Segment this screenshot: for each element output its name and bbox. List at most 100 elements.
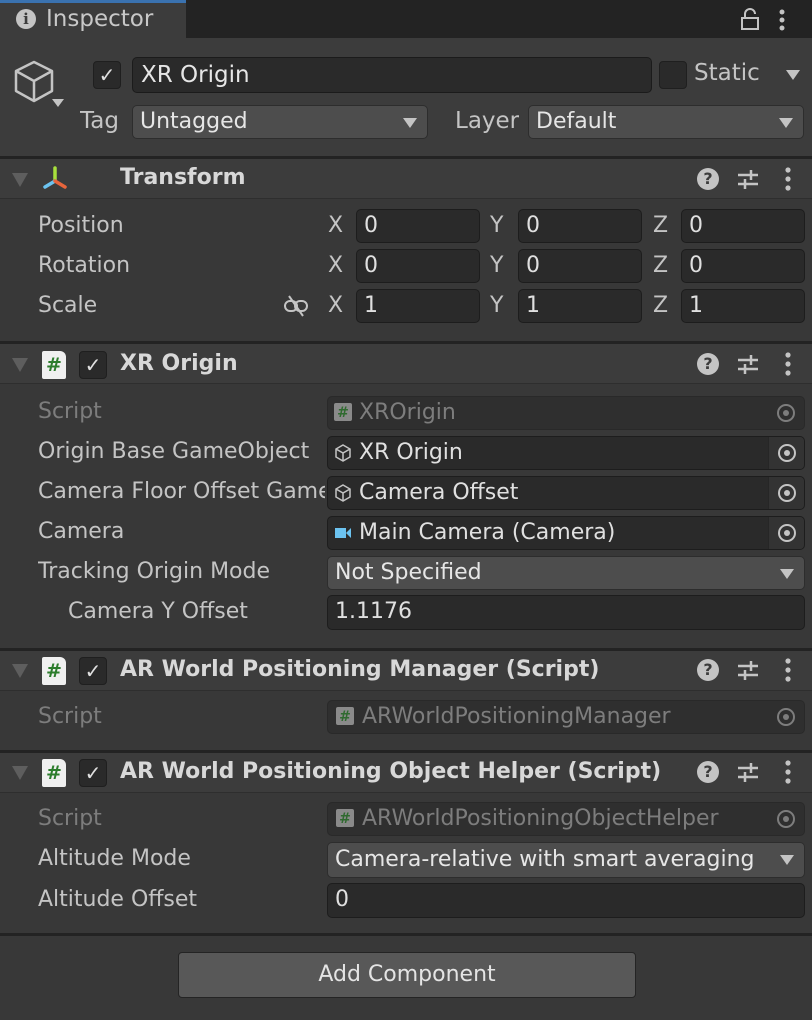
camera-floor-offset-field[interactable]: Camera Offset — [327, 476, 805, 510]
altitude-offset-label: Altitude Offset — [38, 887, 198, 912]
axis-y-label[interactable]: Y — [490, 253, 503, 278]
kebab-menu-icon[interactable] — [784, 760, 792, 784]
object-picker-button — [768, 397, 804, 429]
cube-icon[interactable] — [12, 58, 56, 106]
camera-field[interactable]: Main Camera (Camera) — [327, 516, 805, 550]
chevron-down-icon — [779, 118, 793, 128]
camera-icon — [335, 528, 351, 538]
layer-value: Default — [536, 109, 617, 134]
script-label: Script — [38, 806, 102, 831]
rotation-y-input[interactable]: 0 — [518, 249, 642, 283]
gameobject-icon — [335, 444, 351, 462]
rotation-z-input[interactable]: 0 — [681, 249, 805, 283]
presets-icon[interactable] — [737, 659, 759, 681]
csharp-script-icon: # — [336, 809, 354, 827]
static-dropdown-arrow[interactable] — [786, 70, 800, 80]
component-title: XR Origin — [120, 351, 238, 376]
altitude-mode-dropdown[interactable]: Camera-relative with smart averaging — [327, 842, 805, 878]
tracking-origin-mode-dropdown[interactable]: Not Specified — [327, 556, 805, 590]
position-y-input[interactable]: 0 — [518, 209, 642, 243]
axis-x-label[interactable]: X — [328, 253, 343, 278]
layer-dropdown[interactable]: Default — [528, 105, 804, 139]
scale-label: Scale — [38, 293, 98, 318]
presets-icon[interactable] — [737, 761, 759, 783]
transform-axes-icon — [43, 166, 67, 189]
object-picker-icon — [777, 404, 795, 422]
object-picker-button[interactable] — [768, 437, 804, 469]
help-icon[interactable]: ? — [697, 761, 719, 783]
axis-y-label[interactable]: Y — [490, 213, 503, 238]
origin-base-gameobject-label: Origin Base GameObject — [38, 439, 310, 464]
axis-x-label[interactable]: X — [328, 213, 343, 238]
gameobject-name-input[interactable]: XR Origin — [132, 57, 652, 93]
camera-floor-offset-label: Camera Floor Offset GameObject — [38, 479, 325, 504]
presets-icon[interactable] — [737, 353, 759, 375]
help-icon[interactable]: ? — [697, 168, 719, 190]
tab-label: Inspector — [46, 6, 154, 32]
component-enabled-checkbox[interactable]: ✓ — [79, 351, 107, 379]
chevron-down-icon — [780, 855, 794, 865]
info-icon: i — [16, 9, 36, 29]
active-checkbox[interactable]: ✓ — [93, 61, 121, 89]
scale-y-input[interactable]: 1 — [518, 289, 642, 323]
csharp-script-icon: # — [336, 707, 354, 725]
kebab-menu-icon[interactable] — [776, 8, 788, 32]
csharp-script-icon: # — [334, 403, 352, 421]
csharp-script-icon: # — [42, 657, 66, 685]
camera-label: Camera — [38, 519, 125, 544]
scale-z-input[interactable]: 1 — [681, 289, 805, 323]
axis-y-label[interactable]: Y — [490, 293, 503, 318]
object-picker-button — [768, 803, 804, 835]
rotation-x-input[interactable]: 0 — [356, 249, 480, 283]
script-value: XROrigin — [359, 400, 456, 425]
presets-icon[interactable] — [737, 168, 759, 190]
component-enabled-checkbox[interactable]: ✓ — [79, 759, 107, 787]
component-title: AR World Positioning Manager (Script) — [120, 657, 600, 682]
static-label: Static — [694, 60, 760, 86]
axis-z-label[interactable]: Z — [653, 293, 668, 318]
camera-y-offset-input[interactable]: 1.1176 — [327, 595, 805, 630]
object-picker-icon — [778, 444, 796, 462]
axis-z-label[interactable]: Z — [653, 253, 668, 278]
add-component-button[interactable]: Add Component — [178, 952, 636, 998]
position-z-input[interactable]: 0 — [681, 209, 805, 243]
kebab-menu-icon[interactable] — [784, 658, 792, 682]
tag-value: Untagged — [140, 109, 248, 134]
axis-x-label[interactable]: X — [328, 293, 343, 318]
axis-z-label[interactable]: Z — [653, 213, 668, 238]
dropdown-value: Camera-relative with smart averaging — [335, 847, 755, 872]
static-checkbox[interactable] — [659, 61, 687, 89]
altitude-mode-label: Altitude Mode — [38, 846, 191, 871]
object-picker-button[interactable] — [768, 477, 804, 509]
lock-icon[interactable] — [740, 8, 760, 30]
altitude-offset-input[interactable]: 0 — [327, 883, 805, 918]
csharp-script-icon: # — [42, 759, 66, 787]
tag-dropdown[interactable]: Untagged — [132, 105, 428, 139]
object-picker-icon — [777, 708, 795, 726]
field-value: XR Origin — [359, 440, 463, 465]
kebab-menu-icon[interactable] — [784, 167, 792, 191]
component-title: AR World Positioning Object Helper (Scri… — [120, 759, 662, 784]
help-icon[interactable]: ? — [697, 353, 719, 375]
position-x-input[interactable]: 0 — [356, 209, 480, 243]
chevron-down-icon — [780, 569, 794, 579]
gameobject-icon — [335, 484, 351, 502]
object-picker-icon — [777, 810, 795, 828]
unlinked-chain-icon[interactable] — [283, 295, 309, 317]
origin-base-gameobject-field[interactable]: XR Origin — [327, 436, 805, 470]
scale-x-input[interactable]: 1 — [356, 289, 480, 323]
object-picker-button[interactable] — [768, 517, 804, 549]
help-icon[interactable]: ? — [697, 659, 719, 681]
icon-dropdown-arrow[interactable] — [52, 99, 64, 107]
component-enabled-checkbox[interactable]: ✓ — [79, 657, 107, 685]
script-field: # ARWorldPositioningObjectHelper — [327, 802, 805, 836]
script-label: Script — [38, 704, 102, 729]
foldout-arrow-icon[interactable] — [12, 766, 28, 780]
script-field: # XROrigin — [327, 396, 805, 430]
foldout-arrow-icon[interactable] — [12, 664, 28, 678]
foldout-arrow-icon[interactable] — [12, 173, 28, 187]
position-label: Position — [38, 213, 124, 238]
object-picker-button — [768, 701, 804, 733]
kebab-menu-icon[interactable] — [784, 352, 792, 376]
foldout-arrow-icon[interactable] — [12, 358, 28, 372]
